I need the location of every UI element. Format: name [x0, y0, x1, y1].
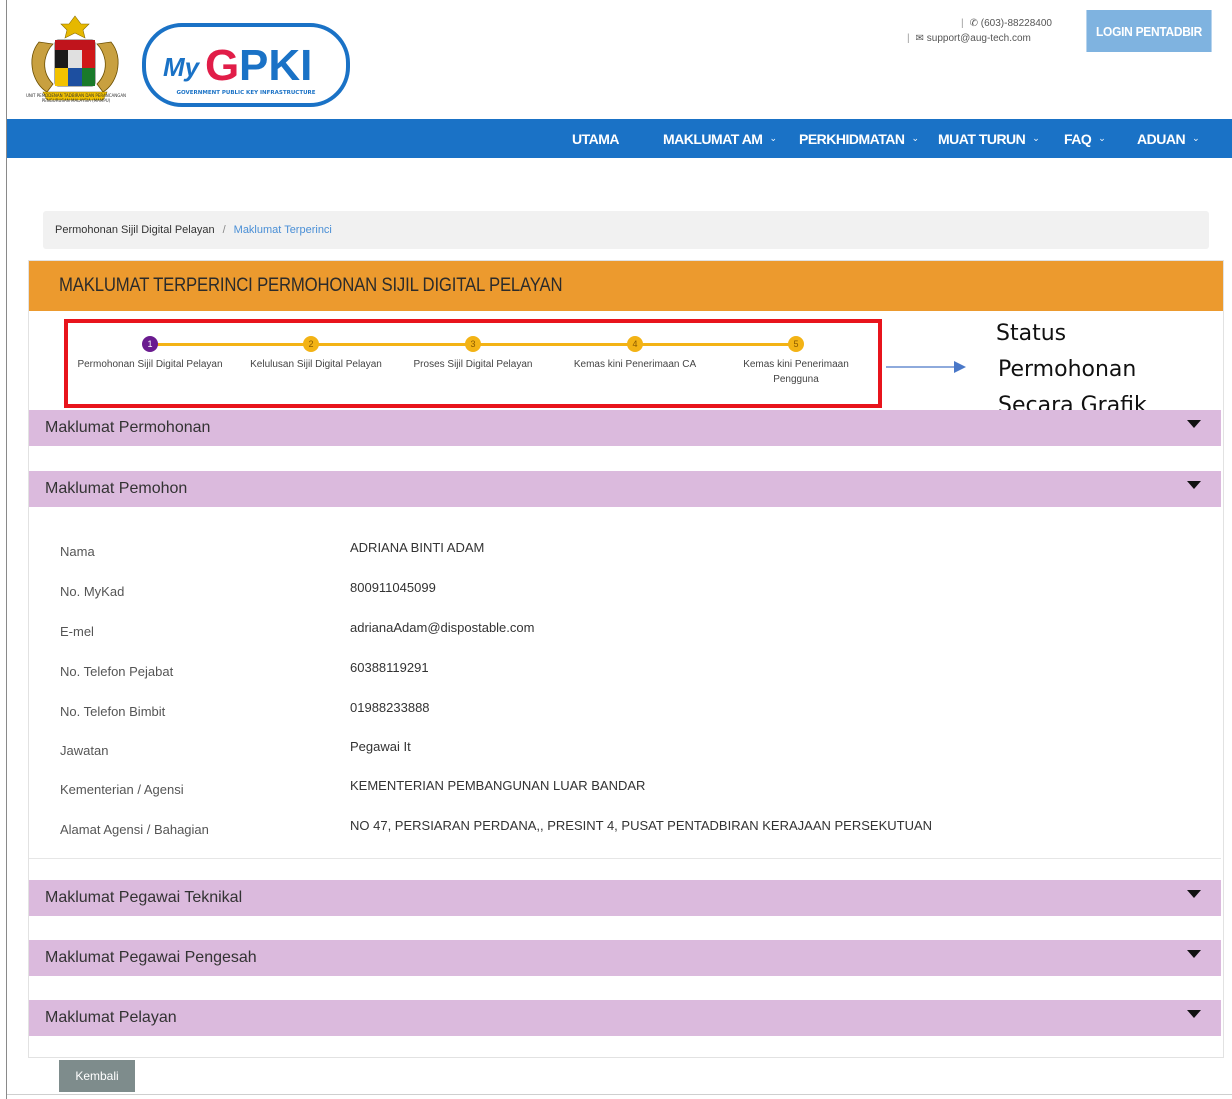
- detail-label: Jawatan: [60, 743, 109, 758]
- detail-value: 01988233888: [350, 700, 430, 715]
- breadcrumb-separator: /: [222, 224, 226, 236]
- breadcrumb: Permohonan Sijil Digital Pelayan / Maklu…: [43, 211, 1209, 249]
- accordion-maklumat-pegawai-pengesah[interactable]: Maklumat Pegawai Pengesah: [29, 940, 1221, 976]
- step-5-label: Kemas kini Penerimaan Pengguna: [743, 359, 849, 385]
- svg-text:PKI: PKI: [239, 41, 312, 90]
- site-header: UNIT PEMODENAN TADBIRAN DAN PERANCANGAN …: [7, 0, 1232, 118]
- nav-item-perkhidmatan[interactable]: PERKHIDMATAN ⌄: [799, 119, 919, 158]
- detail-value: 60388119291: [350, 660, 429, 675]
- accordion-title: Maklumat Pegawai Pengesah: [45, 949, 257, 966]
- page-title-text: MAKLUMAT TERPERINCI PERMOHONAN SIJIL DIG…: [59, 275, 563, 296]
- detail-value: 800911045099: [350, 580, 436, 595]
- divider: [7, 1094, 1232, 1095]
- logo-subtitle: GOVERNMENT PUBLIC KEY INFRASTRUCTURE: [176, 90, 315, 96]
- detail-row-jawatan: Jawatan Pegawai It: [60, 739, 1210, 761]
- detail-label: Alamat Agensi / Bahagian: [60, 822, 209, 837]
- step-1-dot: 1: [142, 336, 158, 352]
- annotation-arrow-icon: [886, 361, 966, 373]
- caret-down-icon: [1187, 481, 1201, 489]
- caret-down-icon: [1187, 1010, 1201, 1018]
- accordion-maklumat-pemohon[interactable]: Maklumat Pemohon: [29, 471, 1221, 507]
- nav-item-faq[interactable]: FAQ ⌄: [1064, 119, 1106, 158]
- chevron-down-icon: ⌄: [1032, 133, 1040, 143]
- detail-label: No. Telefon Bimbit: [60, 704, 166, 719]
- breadcrumb-current: Maklumat Terperinci: [233, 224, 332, 236]
- step-4-dot: 4: [627, 336, 643, 352]
- accordion-maklumat-permohonan[interactable]: Maklumat Permohonan: [29, 410, 1221, 446]
- svg-text:G: G: [205, 41, 239, 90]
- nav-label: MAKLUMAT AM: [663, 130, 763, 147]
- window-frame: [6, 0, 7, 1099]
- accordion-title: Maklumat Pegawai Teknikal: [45, 889, 243, 906]
- divider: [29, 858, 1221, 859]
- detail-value: KEMENTERIAN PEMBANGUNAN LUAR BANDAR: [350, 778, 646, 793]
- contact-phone: (603)-88228400: [980, 18, 1052, 29]
- caret-down-icon: [1187, 890, 1201, 898]
- login-admin-button[interactable]: LOGIN PENTADBIR: [1086, 10, 1212, 52]
- step-2-label: Kelulusan Sijil Digital Pelayan: [250, 359, 382, 370]
- mygpki-logo[interactable]: My G PKI GOVERNMENT PUBLIC KEY INFRASTRU…: [141, 22, 351, 108]
- nav-item-maklumat-am[interactable]: MAKLUMAT AM ⌄: [663, 119, 777, 158]
- detail-row-kementerian: Kementerian / Agensi KEMENTERIAN PEMBANG…: [60, 778, 1210, 800]
- chevron-down-icon: ⌄: [1192, 133, 1200, 143]
- nav-label: ADUAN: [1137, 130, 1186, 147]
- nav-label: FAQ: [1064, 130, 1092, 147]
- step-3-label: Proses Sijil Digital Pelayan: [413, 359, 533, 370]
- detail-row-mykad: No. MyKad 800911045099: [60, 580, 1210, 602]
- status-stepper: 1 Permohonan Sijil Digital Pelayan 2 Kel…: [64, 319, 882, 408]
- detail-label: No. Telefon Pejabat: [60, 664, 174, 679]
- detail-value: NO 47, PERSIARAN PERDANA,, PRESINT 4, PU…: [350, 818, 933, 833]
- step-2-dot: 2: [303, 336, 319, 352]
- chevron-down-icon: ⌄: [769, 133, 777, 143]
- step-4-label: Kemas kini Penerimaan CA: [573, 359, 697, 370]
- nav-label: MUAT TURUN: [938, 130, 1026, 147]
- chevron-down-icon: ⌄: [911, 133, 919, 143]
- envelope-icon: ✉: [915, 33, 924, 44]
- detail-label: No. MyKad: [60, 584, 125, 599]
- accordion-maklumat-pegawai-teknikal[interactable]: Maklumat Pegawai Teknikal: [29, 880, 1221, 916]
- phone-icon: ✆: [969, 18, 978, 29]
- contact-email[interactable]: support@aug-tech.com: [927, 33, 1031, 44]
- caret-down-icon: [1187, 420, 1201, 428]
- back-button[interactable]: Kembali: [59, 1060, 135, 1092]
- detail-row-telefon-pejabat: No. Telefon Pejabat 60388119291: [60, 660, 1210, 682]
- accordion-title: Maklumat Permohonan: [45, 419, 211, 436]
- nav-label: PERKHIDMATAN: [799, 130, 905, 147]
- detail-row-nama: Nama ADRIANA BINTI ADAM: [60, 540, 1210, 562]
- accordion-title: Maklumat Pelayan: [45, 1009, 177, 1026]
- annotation-line: Permohonan: [998, 357, 1137, 382]
- detail-row-emel: E-mel adrianaAdam@dispostable.com: [60, 620, 1210, 642]
- annotation-line: Status: [996, 321, 1067, 346]
- accordion-maklumat-pelayan[interactable]: Maklumat Pelayan: [29, 1000, 1221, 1036]
- step-1-label: Permohonan Sijil Digital Pelayan: [77, 359, 223, 370]
- detail-value: ADRIANA BINTI ADAM: [350, 540, 485, 555]
- detail-value: Pegawai It: [350, 739, 411, 754]
- detail-value: adrianaAdam@dispostable.com: [350, 620, 535, 635]
- detail-label: Kementerian / Agensi: [60, 782, 184, 797]
- main-navbar: UTAMA MAKLUMAT AM ⌄ PERKHIDMATAN ⌄ MUAT TU…: [7, 119, 1232, 158]
- detail-row-telefon-bimbit: No. Telefon Bimbit 01988233888: [60, 700, 1210, 722]
- accordion-title: Maklumat Pemohon: [45, 480, 188, 497]
- svg-text:My: My: [163, 52, 201, 82]
- detail-row-alamat: Alamat Agensi / Bahagian NO 47, PERSIARA…: [60, 818, 1210, 840]
- breadcrumb-parent-link[interactable]: Permohonan Sijil Digital Pelayan: [55, 224, 215, 236]
- annotation-callout: Status Permohonan Secara Grafik: [996, 316, 1147, 424]
- step-3-dot: 3: [465, 336, 481, 352]
- nav-item-muat-turun[interactable]: MUAT TURUN ⌄: [938, 119, 1040, 158]
- detail-label: Nama: [60, 544, 95, 559]
- page-title: MAKLUMAT TERPERINCI PERMOHONAN SIJIL DIG…: [29, 261, 1223, 311]
- step-5-dot: 5: [788, 336, 804, 352]
- caret-down-icon: [1187, 950, 1201, 958]
- nav-label: UTAMA: [572, 130, 620, 147]
- detail-label: E-mel: [60, 624, 94, 639]
- crest-caption: UNIT PEMODENAN TADBIRAN DAN PERANCANGAN …: [25, 93, 127, 103]
- nav-item-aduan[interactable]: ADUAN ⌄: [1137, 119, 1200, 158]
- chevron-down-icon: ⌄: [1098, 133, 1106, 143]
- nav-item-utama[interactable]: UTAMA: [572, 119, 620, 158]
- contact-info: | ✆ (603)-88228400 | ✉ support@aug-tech.co…: [907, 18, 1052, 44]
